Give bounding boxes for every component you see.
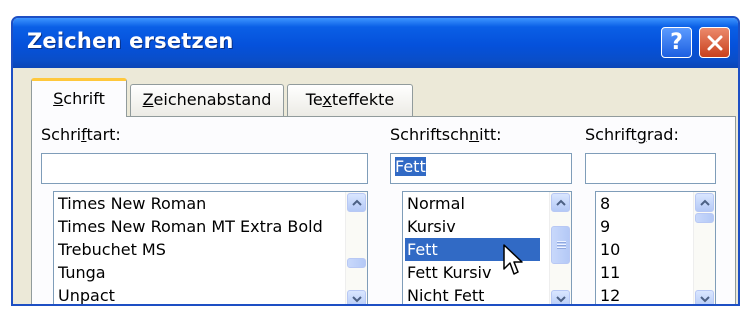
scroll-thumb[interactable] xyxy=(551,226,570,264)
scroll-down-button[interactable] xyxy=(347,290,366,304)
size-label: Schriftgrad: xyxy=(585,125,679,144)
scroll-down-button[interactable] xyxy=(695,290,714,304)
list-item[interactable]: Times New Roman xyxy=(58,192,206,215)
chevron-up-icon xyxy=(555,199,566,206)
list-item[interactable]: Kursiv xyxy=(407,215,456,238)
size-input[interactable] xyxy=(585,153,716,184)
title-bar[interactable]: Zeichen ersetzen ? xyxy=(13,18,738,68)
list-item[interactable]: Unpact xyxy=(58,284,115,304)
list-item[interactable]: Nicht Fett xyxy=(407,284,484,304)
font-list[interactable]: Times New Roman Times New Roman MT Extra… xyxy=(53,191,368,304)
dialog-window: Zeichen ersetzen ? Schrift Zeichenabstan… xyxy=(11,16,740,306)
list-item[interactable]: 10 xyxy=(600,238,620,261)
scroll-up-button[interactable] xyxy=(695,193,714,212)
style-list[interactable]: Normal Kursiv Fett Fett Kursiv Nicht Fet… xyxy=(402,191,572,304)
list-item[interactable]: Trebuchet MS xyxy=(58,238,166,261)
list-item[interactable]: Normal xyxy=(407,192,465,215)
chevron-down-icon xyxy=(699,296,710,303)
chevron-up-icon xyxy=(699,199,710,206)
tab-texteffekte[interactable]: Texteffekte xyxy=(287,84,413,116)
chevron-down-icon xyxy=(555,296,566,303)
tab-label: eichenabstand xyxy=(153,90,272,109)
tab-label: teffekte xyxy=(331,90,395,109)
list-item[interactable]: Times New Roman MT Extra Bold xyxy=(58,215,323,238)
chevron-up-icon xyxy=(351,199,362,206)
tab-label-accesskey: S xyxy=(53,89,64,108)
style-label: Schriftschnitt: xyxy=(390,125,502,144)
font-list-scrollbar[interactable] xyxy=(345,192,367,304)
scroll-down-button[interactable] xyxy=(551,290,570,304)
close-icon xyxy=(707,35,722,50)
tab-label-accesskey: x xyxy=(322,90,332,109)
scroll-up-button[interactable] xyxy=(551,193,570,212)
chevron-down-icon xyxy=(351,296,362,303)
list-item[interactable]: 11 xyxy=(600,261,620,284)
tab-panel-schrift: Schriftart: Times New Roman Times New Ro… xyxy=(31,116,736,304)
tab-schrift[interactable]: Schrift xyxy=(31,78,127,117)
list-item[interactable]: Tunga xyxy=(58,261,106,284)
tab-label-accesskey: Z xyxy=(142,90,154,109)
list-item[interactable]: 12 xyxy=(600,284,620,304)
question-mark-icon: ? xyxy=(670,30,683,55)
size-list[interactable]: 8 9 10 11 12 xyxy=(595,191,716,304)
list-item[interactable]: Fett Kursiv xyxy=(407,261,491,284)
scroll-up-button[interactable] xyxy=(347,193,366,212)
help-button[interactable]: ? xyxy=(661,27,692,58)
mouse-pointer-icon xyxy=(503,244,523,275)
selected-text: Fett xyxy=(395,157,426,176)
close-button[interactable] xyxy=(699,27,730,58)
style-list-scrollbar[interactable] xyxy=(549,192,571,304)
size-list-scrollbar[interactable] xyxy=(693,192,715,304)
style-input[interactable]: Fett xyxy=(390,153,572,184)
font-input[interactable] xyxy=(41,153,368,184)
scroll-thumb[interactable] xyxy=(347,258,366,268)
tab-zeichenabstand[interactable]: Zeichenabstand xyxy=(130,84,284,116)
list-item[interactable]: 8 xyxy=(600,192,610,215)
list-item[interactable]: 9 xyxy=(600,215,610,238)
font-label: Schriftart: xyxy=(41,125,121,144)
tab-label: Te xyxy=(305,90,323,109)
tab-label: chrift xyxy=(63,89,105,108)
scroll-thumb[interactable] xyxy=(695,213,714,223)
window-title: Zeichen ersetzen xyxy=(27,29,234,53)
